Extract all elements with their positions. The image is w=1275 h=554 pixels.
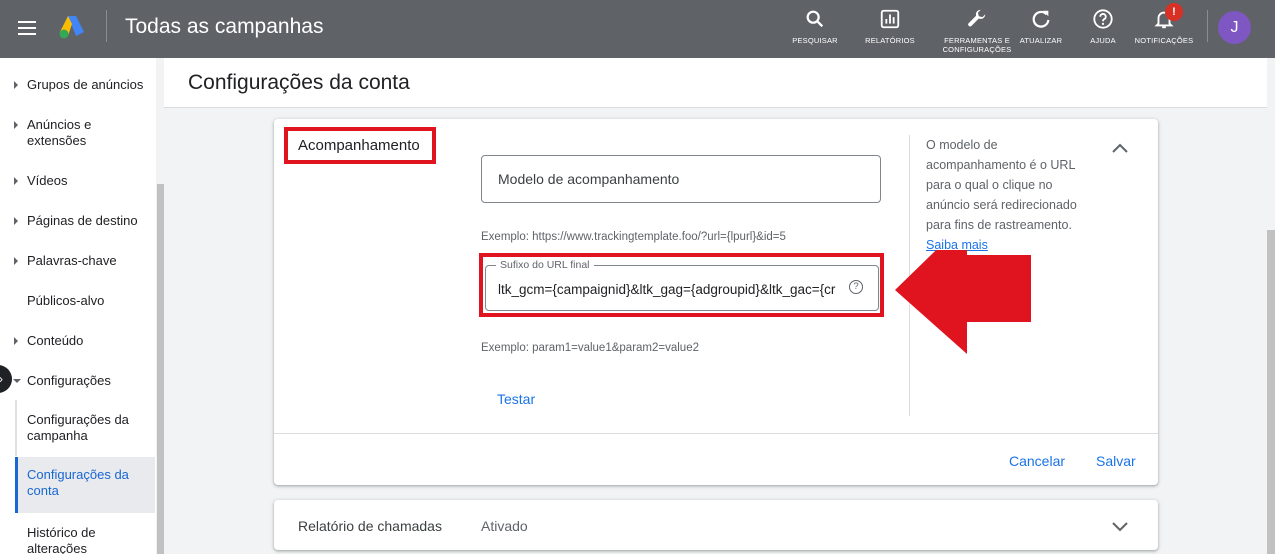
wrench-icon [968, 9, 986, 27]
caret-right-icon [14, 81, 18, 89]
notifications-button[interactable]: NOTIFICAÇÕES [1132, 8, 1196, 45]
search-icon [806, 10, 824, 28]
final-url-suffix-label: Sufixo do URL final [496, 259, 594, 271]
caret-right-icon [14, 217, 18, 225]
call-reporting-card[interactable]: Relatório de chamadas Ativado [274, 500, 1158, 550]
notification-badge: ! [1165, 3, 1183, 21]
card-footer-divider [274, 433, 1158, 434]
save-button[interactable]: Salvar [1096, 453, 1136, 469]
caret-right-icon [14, 337, 18, 345]
call-reporting-title: Relatório de chamadas [298, 518, 442, 534]
help-button[interactable]: AJUDA [1080, 8, 1126, 45]
top-app-bar: Todas as campanhas PESQUISAR RELATÓRIOS … [0, 0, 1275, 58]
refresh-button[interactable]: ATUALIZAR [1014, 8, 1068, 45]
tracking-template-example: Exemplo: https://www.trackingtemplate.fo… [481, 231, 786, 243]
collapse-sidebar-button[interactable]: › [0, 365, 12, 393]
cancel-button[interactable]: Cancelar [1009, 453, 1065, 469]
test-button[interactable]: Testar [497, 391, 535, 407]
search-button[interactable]: PESQUISAR [790, 8, 840, 45]
refresh-icon [1032, 10, 1050, 28]
help-circle-icon[interactable]: ? [849, 280, 863, 294]
tools-settings-button[interactable]: FERRAMENTAS E CONFIGURAÇÕES [936, 8, 1018, 62]
tracking-template-field[interactable]: Modelo de acompanhamento [481, 155, 881, 203]
sidebar-scrollbar[interactable] [157, 184, 164, 554]
final-url-suffix-value: ltk_gcm={campaignid}&ltk_gag={adgroupid}… [498, 282, 836, 297]
caret-right-icon [14, 177, 18, 185]
chevron-right-icon: › [0, 373, 3, 385]
chevron-down-icon[interactable] [1108, 514, 1132, 538]
sidebar-subitem-campaign-settings[interactable]: Configurações da campanha [15, 405, 155, 461]
caret-right-icon [14, 121, 18, 129]
caret-down-icon [13, 379, 21, 383]
call-reporting-status: Ativado [481, 518, 528, 534]
page-title: Configurações da conta [188, 71, 410, 94]
avatar[interactable]: J [1218, 11, 1251, 44]
main-scrollbar[interactable] [1267, 230, 1275, 554]
page-context-title: Todas as campanhas [125, 15, 324, 38]
final-url-suffix-example: Exemplo: param1=value1&param2=value2 [481, 342, 699, 354]
sidebar-subitem-change-history[interactable]: Histórico de alterações [15, 517, 155, 554]
caret-right-icon [14, 257, 18, 265]
avatar-divider [1207, 10, 1208, 42]
page-header: Configurações da conta [164, 58, 1267, 108]
sidebar-subitem-account-settings[interactable]: Configurações da conta [15, 457, 155, 513]
red-arrow-annotation [895, 250, 1031, 354]
reports-button[interactable]: RELATÓRIOS [862, 8, 918, 45]
tracking-description: O modelo de acompanhamento é o URL para … [926, 138, 1077, 252]
sidebar: Grupos de anúncios Anúncios e extensões … [0, 58, 156, 554]
help-icon [1093, 9, 1113, 29]
section-title: Acompanhamento [298, 137, 420, 154]
final-url-suffix-field[interactable]: Sufixo do URL final ltk_gcm={campaignid}… [485, 259, 879, 311]
reports-icon [880, 9, 900, 29]
menu-icon[interactable] [12, 13, 42, 43]
chevron-up-icon[interactable] [1108, 137, 1132, 161]
google-ads-logo [59, 16, 84, 39]
title-divider [106, 10, 107, 42]
